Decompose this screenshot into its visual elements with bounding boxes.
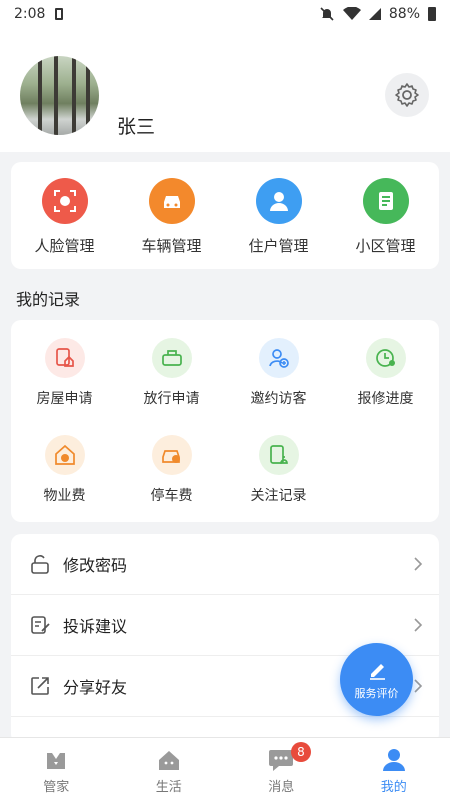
tab-me-label: 我的 <box>380 780 407 795</box>
repair-progress-button[interactable]: 报修进度 <box>332 338 439 435</box>
status-time: 2:08 <box>14 6 46 22</box>
parking-fee-icon <box>151 435 192 475</box>
chevron-right-icon <box>414 557 423 571</box>
chevron-right-icon <box>414 679 423 693</box>
parking-fee-button[interactable]: 停车费 <box>118 435 225 532</box>
car-icon <box>148 178 195 224</box>
records-section-title: 我的记录 <box>16 290 81 309</box>
community-icon <box>362 178 409 224</box>
records-card: 房屋申请 放行申请 邀约访客 报修进度 物业费 停车费 关注记录 <box>11 320 439 522</box>
face-scan-icon <box>41 178 88 224</box>
face-management-label: 人脸管理 <box>34 237 95 255</box>
change-password-row[interactable]: 修改密码 <box>11 534 439 595</box>
repair-progress-label: 报修进度 <box>357 391 414 407</box>
battery-percent: 88% <box>388 6 420 22</box>
profile-header: 张三 <box>0 28 450 152</box>
signal-icon <box>368 8 381 20</box>
resident-management-button[interactable]: 住户管理 <box>225 162 332 269</box>
house-application-button[interactable]: 房屋申请 <box>11 338 118 435</box>
tab-messages-label: 消息 <box>268 780 295 795</box>
invite-visitor-label: 邀约访客 <box>250 391 307 407</box>
face-management-button[interactable]: 人脸管理 <box>11 162 118 269</box>
service-evaluation-button[interactable]: 服务评价 <box>340 643 413 716</box>
battery-icon <box>428 7 436 21</box>
gear-icon <box>395 83 419 107</box>
settings-button[interactable] <box>385 73 429 117</box>
invite-visitor-icon <box>258 338 299 378</box>
vehicle-management-button[interactable]: 车辆管理 <box>118 162 225 269</box>
share-icon <box>31 677 49 695</box>
follow-record-icon <box>258 435 299 475</box>
follow-record-label: 关注记录 <box>250 488 307 504</box>
community-management-label: 小区管理 <box>355 237 416 255</box>
follow-record-button[interactable]: 关注记录 <box>225 435 332 532</box>
resident-icon <box>255 178 302 224</box>
wifi-icon <box>342 7 361 20</box>
lock-icon <box>31 555 49 574</box>
life-icon <box>158 751 179 770</box>
unread-badge: 8 <box>291 742 311 762</box>
resident-management-label: 住户管理 <box>248 237 309 255</box>
parking-fee-label: 停车费 <box>150 488 193 504</box>
chevron-right-icon <box>414 618 423 632</box>
tab-butler-label: 管家 <box>43 780 70 795</box>
status-bar: 2:08 88% <box>0 0 450 28</box>
release-application-label: 放行申请 <box>143 391 200 407</box>
invite-visitor-button[interactable]: 邀约访客 <box>225 338 332 435</box>
complaint-suggestion-label: 投诉建议 <box>63 617 128 636</box>
house-application-label: 房屋申请 <box>36 391 93 407</box>
repair-progress-icon <box>365 338 406 378</box>
share-friends-label: 分享好友 <box>63 678 128 697</box>
avatar[interactable] <box>20 56 99 135</box>
pen-icon <box>369 663 385 680</box>
mute-icon <box>320 7 334 21</box>
user-name: 张三 <box>117 116 156 138</box>
edit-note-icon <box>31 616 50 634</box>
butler-icon <box>47 753 66 769</box>
property-fee-button[interactable]: 物业费 <box>11 435 118 532</box>
property-fee-icon <box>44 435 85 475</box>
bottom-tab-bar: 管家 生活 8 消息 我的 <box>0 737 450 800</box>
house-application-icon <box>44 338 85 378</box>
vehicle-management-label: 车辆管理 <box>141 237 202 255</box>
me-icon <box>382 749 405 771</box>
release-application-button[interactable]: 放行申请 <box>118 338 225 435</box>
service-evaluation-label: 服务评价 <box>354 686 399 700</box>
property-fee-label: 物业费 <box>43 488 86 504</box>
tab-messages[interactable]: 8 消息 <box>225 738 338 800</box>
management-card: 人脸管理 车辆管理 住户管理 小区管理 <box>11 162 439 269</box>
tab-life[interactable]: 生活 <box>113 738 226 800</box>
tab-life-label: 生活 <box>155 780 182 795</box>
release-application-icon <box>151 338 192 378</box>
sim-icon <box>55 8 64 20</box>
change-password-label: 修改密码 <box>63 556 128 575</box>
tab-me[interactable]: 我的 <box>338 738 450 800</box>
tab-butler[interactable]: 管家 <box>0 738 113 800</box>
community-management-button[interactable]: 小区管理 <box>332 162 439 269</box>
